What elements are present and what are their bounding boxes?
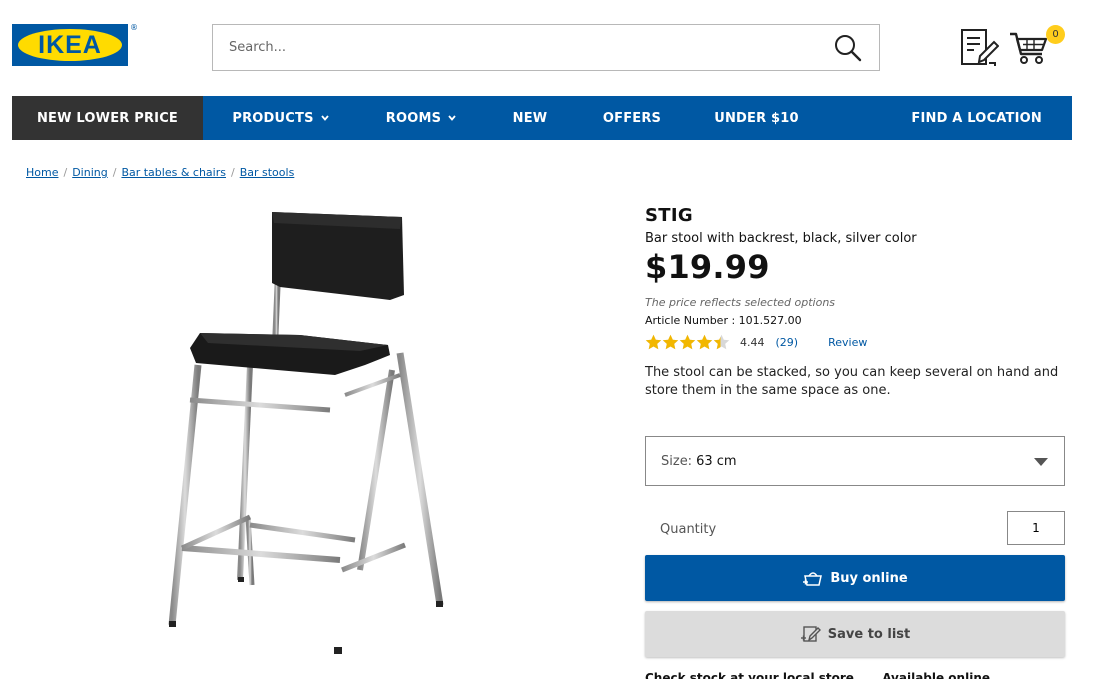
size-select[interactable]: Size: 63 cm [645, 436, 1065, 486]
nav-label: FIND A LOCATION [911, 110, 1042, 126]
dropdown-arrow-icon [1034, 458, 1048, 466]
cart-icon[interactable] [1008, 30, 1050, 66]
cart-count-badge: 0 [1046, 25, 1065, 44]
breadcrumb-separator: / [112, 166, 117, 179]
product-price: $19.99 [645, 248, 770, 286]
add-to-list-icon [800, 626, 821, 642]
search-icon[interactable] [833, 33, 863, 63]
nav-label: UNDER $10 [714, 110, 799, 126]
size-value: 63 cm [696, 453, 737, 469]
quantity-input[interactable] [1007, 511, 1065, 545]
product-rating: 4.44 (29) Review [645, 334, 1065, 351]
article-number: Article Number : 101.527.00 [645, 314, 802, 327]
product-info: STIG Bar stool with backrest, black, sil… [645, 205, 1065, 400]
nav-label: OFFERS [602, 110, 662, 126]
breadcrumb-separator: / [63, 166, 68, 179]
breadcrumb-bar-stools[interactable]: Bar stools [240, 166, 295, 179]
ikea-logo[interactable]: IKEA [12, 24, 128, 66]
check-stock-link[interactable]: Check stock at your local store [645, 671, 878, 679]
price-note: The price reflects selected options [645, 296, 836, 309]
nav-label: NEW [512, 110, 548, 126]
star-icon [679, 334, 696, 350]
save-to-list-button[interactable]: Save to list [645, 611, 1065, 657]
nav-under-10[interactable]: UNDER $10 [688, 96, 825, 140]
registered-mark: ® [130, 23, 138, 32]
star-icon [696, 334, 713, 350]
nav-rooms[interactable]: ROOMS [358, 96, 484, 140]
nav-find-location[interactable]: FIND A LOCATION [825, 96, 1072, 140]
size-label: Size: [661, 453, 693, 469]
logo-oval: IKEA [18, 29, 122, 61]
quantity-label: Quantity [660, 522, 717, 537]
chevron-down-icon [448, 115, 456, 121]
star-rating [645, 334, 730, 351]
breadcrumb-dining[interactable]: Dining [72, 166, 108, 179]
nav-new-lower-price[interactable]: NEW LOWER PRICE [12, 96, 203, 140]
product-long-description: The stool can be stacked, so you can kee… [645, 365, 1059, 398]
nav-products[interactable]: PRODUCTS [203, 96, 358, 140]
review-count-link[interactable]: (29) [776, 336, 799, 349]
product-image[interactable] [160, 205, 460, 660]
search-bar [212, 24, 880, 71]
nav-offers[interactable]: OFFERS [576, 96, 688, 140]
product-description: Bar stool with backrest, black, silver c… [645, 231, 917, 246]
main-nav: NEW LOWER PRICE PRODUCTS ROOMS NEW OFFER… [12, 96, 1072, 140]
buy-online-button[interactable]: Buy online [645, 555, 1065, 601]
shopping-list-icon[interactable] [959, 28, 999, 68]
nav-label: NEW LOWER PRICE [36, 110, 179, 126]
logo-text: IKEA [38, 30, 102, 59]
breadcrumb: Home / Dining / Bar tables & chairs / Bar stoo… [26, 166, 294, 179]
star-icon [713, 334, 730, 350]
breadcrumb-home[interactable]: Home [26, 166, 58, 179]
review-link[interactable]: Review [828, 336, 867, 349]
chevron-down-icon [320, 115, 329, 121]
nav-label: ROOMS [385, 110, 442, 126]
nav-new[interactable]: NEW [484, 96, 576, 140]
rating-value: 4.44 [740, 336, 765, 349]
star-icon [662, 334, 679, 350]
nav-label: PRODUCTS [232, 110, 314, 126]
save-to-list-label: Save to list [827, 626, 911, 642]
breadcrumb-separator: / [230, 166, 235, 179]
product-name: STIG [645, 205, 693, 226]
buy-online-label: Buy online [830, 570, 908, 586]
shopping-bag-icon [803, 572, 823, 586]
breadcrumb-bar-tables[interactable]: Bar tables & chairs [121, 166, 226, 179]
availability-links: Check stock at your local store Availabl… [645, 671, 990, 679]
available-online-link[interactable]: Available online [882, 671, 990, 679]
star-icon [645, 334, 662, 350]
search-input[interactable] [213, 25, 833, 70]
